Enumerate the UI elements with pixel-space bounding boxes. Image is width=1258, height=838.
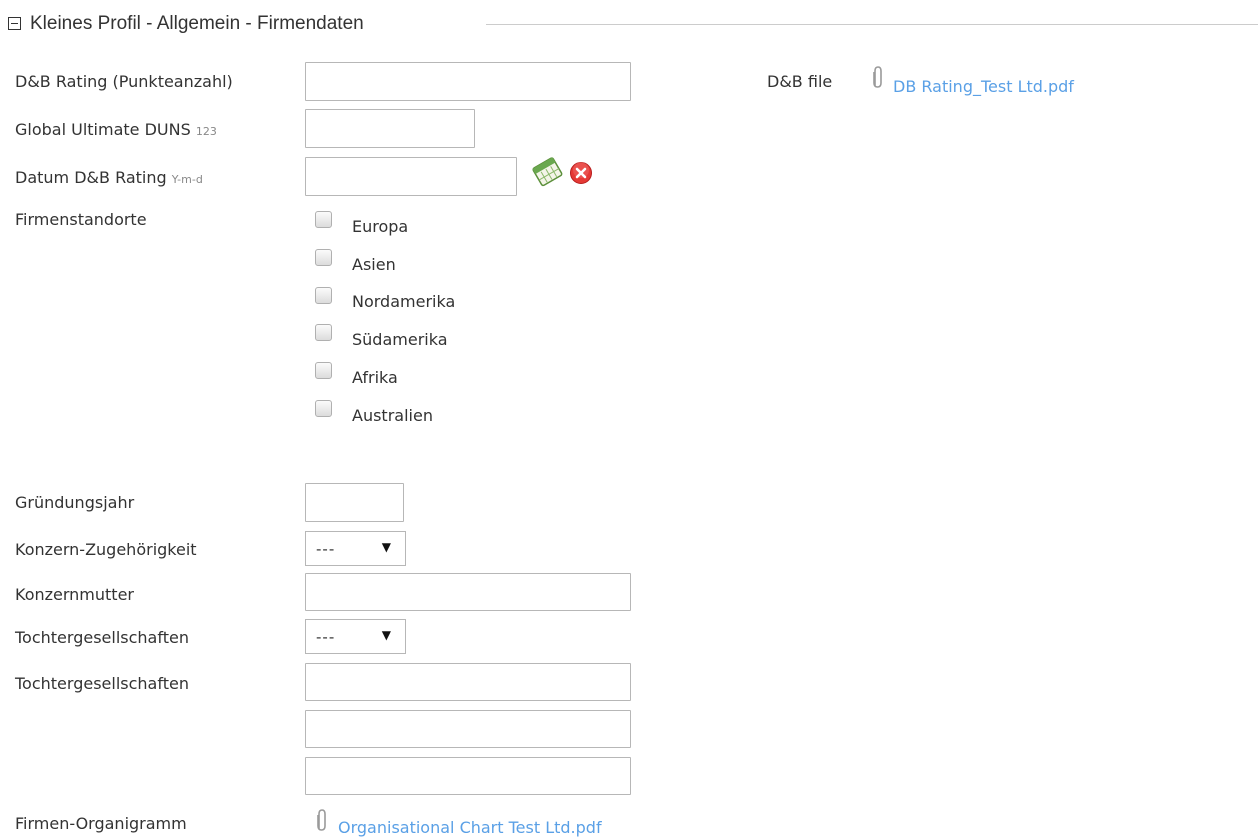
checkbox-label-suedamerika: Südamerika <box>352 330 448 349</box>
dropdown-arrow-icon: ▼ <box>381 540 391 554</box>
checkbox-nordamerika[interactable] <box>315 287 332 304</box>
collapse-minus-icon[interactable] <box>8 17 21 30</box>
datum-rating-input[interactable] <box>305 157 517 196</box>
calendar-icon[interactable] <box>531 157 564 187</box>
tochter-input-3[interactable] <box>305 757 631 795</box>
tochter-select-label: Tochtergesellschaften <box>15 628 189 647</box>
konzern-zugehoerigkeit-label: Konzern-Zugehörigkeit <box>15 540 197 559</box>
datum-rating-hint: Y-m-d <box>171 173 203 186</box>
global-duns-label: Global Ultimate DUNS 123 <box>15 120 217 139</box>
tochter-select-value: --- <box>316 628 336 646</box>
global-duns-hint: 123 <box>195 125 217 138</box>
checkbox-label-australien: Australien <box>352 406 433 425</box>
standorte-label: Firmenstandorte <box>15 210 147 229</box>
paperclip-icon <box>873 66 882 88</box>
tochter-input-2[interactable] <box>305 710 631 748</box>
gruendungsjahr-input[interactable] <box>305 483 404 522</box>
dnb-file-link[interactable]: DB Rating_Test Ltd.pdf <box>893 77 1074 96</box>
section-divider <box>486 24 1258 25</box>
organigramm-file-link[interactable]: Organisational Chart Test Ltd.pdf <box>338 818 602 837</box>
tochter-text-label: Tochtergesellschaften <box>15 674 189 693</box>
checkbox-label-afrika: Afrika <box>352 368 398 387</box>
dropdown-arrow-icon: ▼ <box>381 628 391 642</box>
konzernmutter-label: Konzernmutter <box>15 585 134 604</box>
organigramm-label: Firmen-Organigramm <box>15 814 187 833</box>
section-title: Kleines Profil - Allgemein - Firmendaten <box>30 13 364 34</box>
konzernmutter-input[interactable] <box>305 573 631 611</box>
paperclip-icon <box>317 809 326 831</box>
dnb-rating-input[interactable] <box>305 62 631 101</box>
tochter-select[interactable]: --- ▼ <box>305 619 406 654</box>
global-duns-input[interactable] <box>305 109 475 148</box>
konzern-zugehoerigkeit-value: --- <box>316 540 336 558</box>
datum-rating-label-text: Datum D&B Rating <box>15 168 167 187</box>
checkbox-label-europa: Europa <box>352 217 409 236</box>
global-duns-label-text: Global Ultimate DUNS <box>15 120 191 139</box>
dnb-file-label: D&B file <box>767 72 833 91</box>
gruendungsjahr-label: Gründungsjahr <box>15 493 135 512</box>
checkbox-label-nordamerika: Nordamerika <box>352 292 456 311</box>
dnb-rating-label: D&B Rating (Punkteanzahl) <box>15 72 233 91</box>
checkbox-label-asien: Asien <box>352 255 396 274</box>
checkbox-afrika[interactable] <box>315 362 332 379</box>
checkbox-australien[interactable] <box>315 400 332 417</box>
checkbox-europa[interactable] <box>315 211 332 228</box>
clear-date-icon[interactable] <box>569 161 593 185</box>
checkbox-suedamerika[interactable] <box>315 324 332 341</box>
tochter-input-1[interactable] <box>305 663 631 701</box>
checkbox-asien[interactable] <box>315 249 332 266</box>
datum-rating-label: Datum D&B Rating Y-m-d <box>15 168 203 187</box>
konzern-zugehoerigkeit-select[interactable]: --- ▼ <box>305 531 406 566</box>
